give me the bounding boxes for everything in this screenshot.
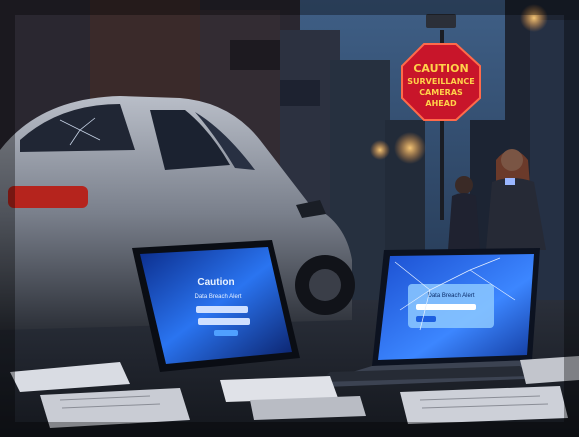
car-tail-light <box>8 186 88 208</box>
left-laptop: Caution Data Breach Alert <box>132 240 300 372</box>
sign-line-3: CAMERAS <box>419 88 463 97</box>
street-lamp-glow <box>370 140 390 160</box>
sign-line-2: SURVEILLANCE <box>407 77 474 86</box>
security-camera-icon <box>426 14 456 28</box>
scene-illustration: CAUTION SURVEILLANCE CAMERAS AHEAD Cauti… <box>0 0 579 437</box>
street-lamp-glow <box>394 132 426 164</box>
caution-sign: CAUTION SURVEILLANCE CAMERAS AHEAD <box>401 43 481 121</box>
left-screen-input-1 <box>196 306 248 313</box>
left-laptop-screen <box>140 247 292 364</box>
left-screen-subtitle: Data Breach Alert <box>194 294 241 300</box>
sign-line-4: AHEAD <box>425 99 457 108</box>
left-screen-button <box>214 330 238 336</box>
right-screen-button <box>416 316 436 322</box>
left-screen-title: Caution <box>197 277 234 288</box>
right-screen-title: Data Breach Alert <box>427 293 474 299</box>
left-screen-input-2 <box>198 318 250 325</box>
sign-line-1: CAUTION <box>413 62 468 75</box>
photo-scene: CAUTION SURVEILLANCE CAMERAS AHEAD Cauti… <box>0 0 579 437</box>
